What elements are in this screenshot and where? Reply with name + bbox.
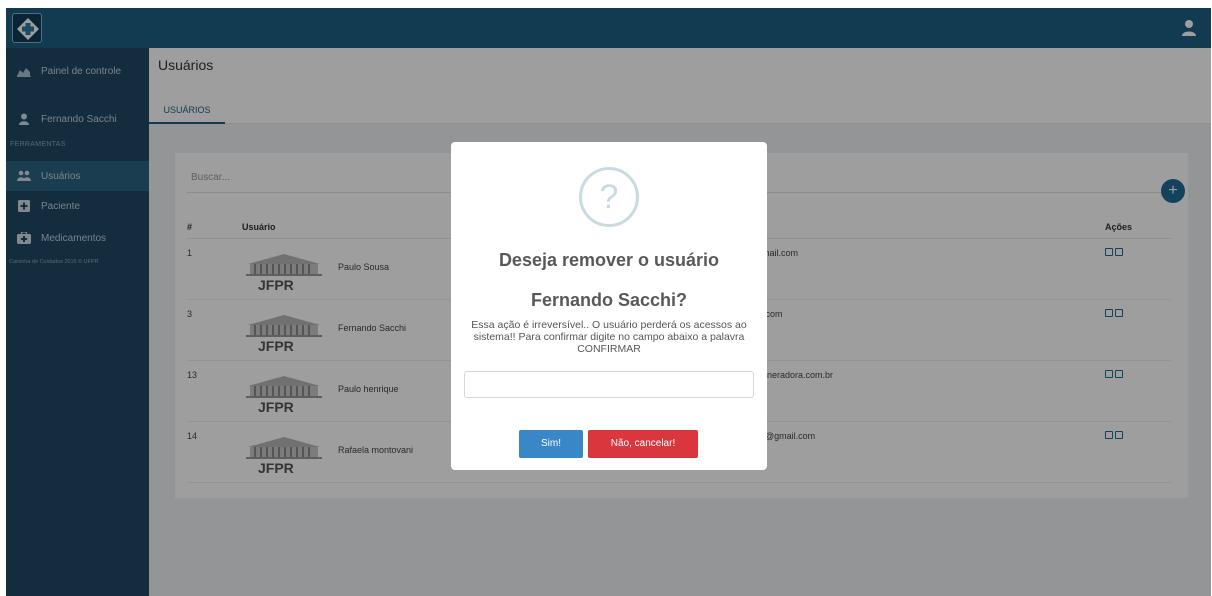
dialog-subtitle: Fernando Sacchi? <box>530 290 688 310</box>
confirmation-input[interactable] <box>464 371 754 398</box>
dialog-message: Essa ação é irreversível.. O usuário per… <box>471 319 747 355</box>
confirm-delete-dialog: ? Deseja remover o usuário Fernando Sacc… <box>451 142 767 470</box>
cancel-button[interactable]: Não, cancelar! <box>588 430 698 458</box>
confirm-button[interactable]: Sim! <box>519 430 583 458</box>
dialog-title: Deseja remover o usuário <box>498 250 720 270</box>
question-icon: ? <box>579 167 639 227</box>
